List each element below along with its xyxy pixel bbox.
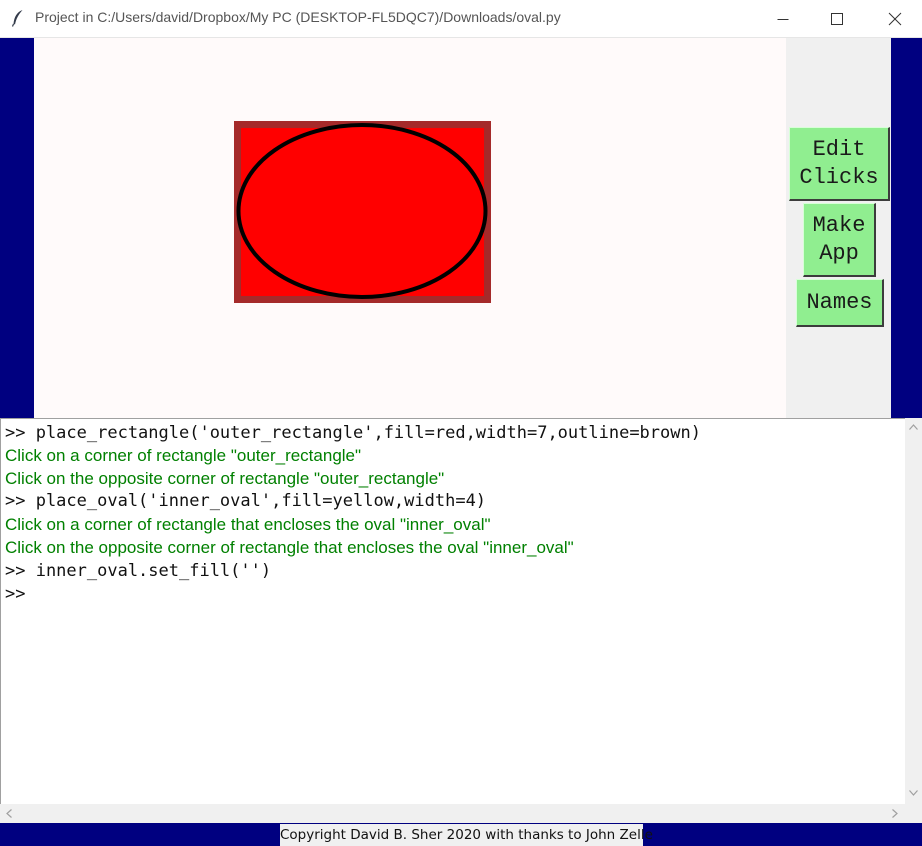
drawing-canvas[interactable] <box>34 38 786 418</box>
minimize-button[interactable] <box>760 0 806 37</box>
edit-clicks-button[interactable]: Edit Clicks <box>789 127 890 201</box>
console-line: Click on the opposite corner of rectangl… <box>5 538 574 557</box>
console-text-area[interactable]: >> place_rectangle('outer_rectangle',fil… <box>0 418 905 804</box>
scroll-up-icon[interactable] <box>909 424 918 430</box>
maximize-button[interactable] <box>814 0 860 37</box>
names-button[interactable]: Names <box>796 279 884 327</box>
edit-clicks-label-line1: Edit <box>812 136 866 162</box>
console-line: Click on a corner of rectangle "outer_re… <box>5 446 362 465</box>
edit-clicks-label-line2: Clicks <box>799 164 879 190</box>
make-app-button[interactable]: Make App <box>803 203 876 277</box>
canvas-drawing <box>234 121 491 303</box>
horizontal-scrollbar[interactable] <box>0 804 922 823</box>
copyright-label: Copyright David B. Sher 2020 with thanks… <box>280 824 653 846</box>
console-line: >> inner_oval.set_fill('') <box>5 561 272 581</box>
console-prompt[interactable]: >> <box>5 584 25 604</box>
window-title: Project in C:/Users/david/Dropbox/My PC … <box>35 9 561 25</box>
make-app-label-line1: Make <box>812 212 866 238</box>
maximize-icon <box>831 12 843 25</box>
right-frame-bar <box>891 38 922 418</box>
console-line: Click on a corner of rectangle that encl… <box>5 515 491 534</box>
names-label: Names <box>806 289 873 315</box>
scroll-right-icon[interactable] <box>892 809 898 818</box>
title-bar: Project in C:/Users/david/Dropbox/My PC … <box>0 0 922 38</box>
inner-oval[interactable] <box>236 123 488 299</box>
vertical-scrollbar[interactable] <box>905 418 922 804</box>
console-line: >> place_oval('inner_oval',fill=yellow,w… <box>5 491 487 511</box>
scroll-down-icon[interactable] <box>909 790 918 796</box>
make-app-label-line2: App <box>819 240 859 266</box>
feather-icon <box>11 10 23 27</box>
console-line: Click on the opposite corner of rectangl… <box>5 469 445 488</box>
close-button[interactable] <box>872 0 918 37</box>
close-icon <box>888 12 902 25</box>
left-frame-bar <box>0 38 34 418</box>
console-line: >> place_rectangle('outer_rectangle',fil… <box>5 423 701 443</box>
minimize-icon <box>777 18 789 20</box>
scroll-left-icon[interactable] <box>6 809 12 818</box>
